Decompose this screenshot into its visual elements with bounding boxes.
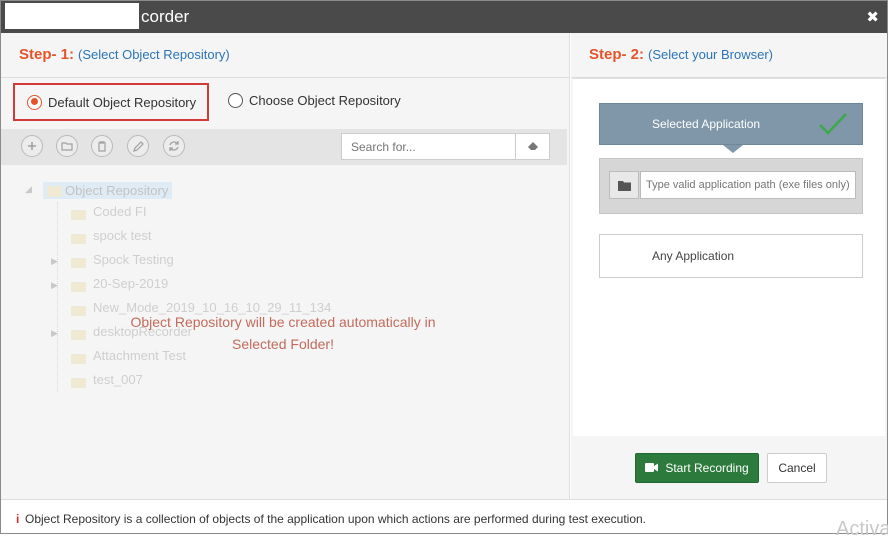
step1-header: Step- 1: (Select Object Repository): [1, 33, 569, 78]
open-folder-icon[interactable]: [56, 135, 78, 157]
selected-application-label: Selected Application: [652, 117, 761, 131]
start-recording-label: Start Recording: [665, 461, 749, 475]
tree-connector: [57, 202, 59, 392]
tree-item[interactable]: Coded FI: [71, 204, 146, 224]
edit-icon[interactable]: [127, 135, 149, 157]
step1-panel: Step- 1: (Select Object Repository) Defau…: [1, 33, 570, 499]
info-icon: i: [16, 512, 20, 526]
radio-unchecked-icon: [228, 93, 243, 108]
recorder-dialog: corder ✖ Step- 1: (Select Object Reposito…: [0, 0, 888, 534]
add-icon[interactable]: [21, 135, 43, 157]
radio-default-label: Default Object Repository: [48, 94, 197, 110]
cancel-button[interactable]: Cancel: [767, 453, 827, 483]
step2-description: (Select your Browser): [648, 47, 773, 62]
step2-panel: Step- 2: (Select your Browser) Selected A…: [571, 33, 887, 499]
tree-item[interactable]: test_007: [71, 372, 143, 392]
tree-root[interactable]: Object Repository: [43, 182, 173, 199]
info-footer: i Object Repository is a collection of o…: [1, 499, 887, 533]
delete-icon[interactable]: [91, 135, 113, 157]
application-path-input[interactable]: [640, 171, 856, 199]
repository-tree: ◢ Object Repository Coded FI spock test …: [21, 178, 421, 398]
selected-application-option[interactable]: Selected Application: [599, 103, 863, 145]
folder-icon[interactable]: [609, 171, 639, 199]
close-icon[interactable]: ✖: [866, 8, 879, 26]
auto-create-message: Object Repository will be created automa…: [83, 311, 483, 355]
clear-search-icon[interactable]: [516, 133, 550, 160]
tree-collapsed-icon[interactable]: ▶: [51, 280, 58, 291]
refresh-icon[interactable]: [163, 135, 185, 157]
footer-text: Object Repository is a collection of obj…: [25, 512, 647, 526]
radio-checked-icon: [27, 94, 42, 110]
tree-collapsed-icon[interactable]: ▶: [51, 256, 58, 267]
any-application-option[interactable]: Any Application: [599, 234, 863, 278]
auto-create-message-line2: Selected Folder!: [232, 336, 334, 352]
search-input[interactable]: [341, 133, 516, 160]
tree-item[interactable]: 20-Sep-2019: [71, 276, 168, 296]
tree-item[interactable]: Spock Testing: [71, 252, 174, 272]
radio-default-repository[interactable]: Default Object Repository: [13, 83, 209, 121]
selection-pointer: [723, 145, 743, 153]
redacted-title-area: [5, 3, 139, 29]
tree-expand-icon[interactable]: ◢: [25, 184, 32, 195]
tree-item[interactable]: spock test: [71, 228, 152, 248]
checkmark-icon: [818, 112, 848, 139]
step2-label: Step- 2: (Select your Browser): [589, 46, 773, 63]
step1-label: Step- 1: (Select Object Repository): [19, 46, 230, 63]
step2-header: Step- 2: (Select your Browser): [571, 33, 887, 78]
auto-create-message-line1: Object Repository will be created automa…: [130, 314, 436, 330]
video-camera-icon: [645, 461, 659, 475]
any-application-label: Any Application: [652, 249, 735, 263]
radio-choose-label: Choose Object Repository: [249, 93, 401, 108]
title-bar: corder ✖: [1, 1, 887, 33]
window-title: corder: [141, 7, 190, 26]
radio-choose-repository[interactable]: Choose Object Repository: [228, 93, 401, 108]
start-recording-button[interactable]: Start Recording: [635, 453, 759, 483]
repository-toolbar: [1, 129, 567, 165]
application-path-box: [599, 158, 863, 214]
tree-collapsed-icon[interactable]: ▶: [51, 328, 58, 339]
step1-description: (Select Object Repository): [78, 47, 230, 62]
repository-radio-group: Default Object Repository Choose Object …: [13, 83, 573, 121]
activation-watermark: Activa: [836, 518, 888, 540]
